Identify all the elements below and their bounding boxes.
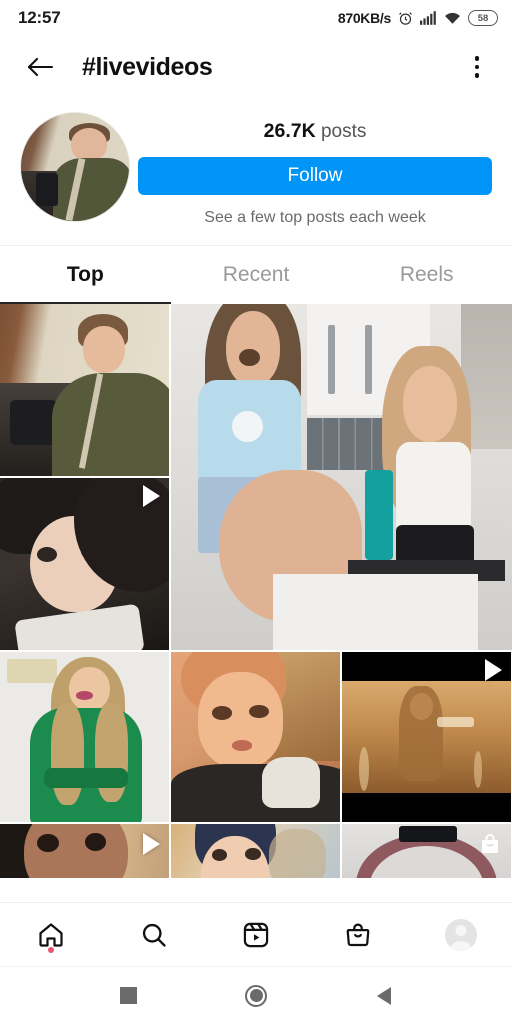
status-bar: 12:57 870KB/s 58 — [0, 0, 512, 36]
wifi-icon — [445, 12, 460, 24]
cellular-signal-icon — [420, 11, 436, 25]
overflow-menu-icon — [474, 56, 480, 61]
alarm-clock-icon — [399, 11, 412, 25]
home-notification-dot — [48, 947, 55, 953]
tab-top[interactable]: Top — [0, 246, 171, 304]
android-recents-button[interactable] — [64, 987, 192, 1004]
post-count-label: posts — [320, 121, 367, 142]
battery-level-label: 58 — [477, 12, 489, 24]
post-grid — [0, 304, 512, 902]
grid-row — [0, 824, 512, 878]
grid-tile-4[interactable] — [0, 652, 169, 822]
tab-recent[interactable]: Recent — [171, 246, 342, 304]
grid-tile-5[interactable] — [171, 652, 340, 822]
tab-reels[interactable]: Reels — [341, 246, 512, 304]
video-play-badge — [143, 485, 160, 507]
network-speed-label: 870KB/s — [337, 10, 391, 26]
nav-reels[interactable] — [205, 903, 307, 966]
grid-tile-6[interactable] — [342, 652, 511, 822]
android-back-button[interactable] — [320, 986, 448, 1005]
reels-icon — [243, 922, 269, 947]
nav-home[interactable] — [0, 903, 102, 966]
search-icon — [142, 923, 166, 947]
android-navigation-bar — [0, 966, 512, 1024]
square-icon — [119, 987, 137, 1004]
back-button[interactable] — [20, 47, 60, 87]
nav-profile[interactable] — [410, 903, 512, 966]
grid-tile-1[interactable] — [0, 304, 169, 476]
circle-icon — [245, 984, 267, 1007]
grid-tile-7[interactable] — [0, 824, 169, 878]
app-screen: 12:57 870KB/s 58 #livevideos 26.7K posts… — [0, 0, 512, 1024]
grid-row — [0, 652, 512, 822]
content-tabs: Top Recent Reels — [0, 246, 512, 304]
post-count-value: 26.7K — [263, 120, 316, 142]
back-arrow-icon — [27, 57, 54, 77]
battery-indicator: 58 — [468, 10, 498, 26]
video-play-badge — [143, 833, 160, 855]
overflow-menu-button[interactable] — [460, 47, 494, 87]
shopping-bag-icon — [347, 923, 370, 946]
nav-shop[interactable] — [307, 903, 409, 966]
android-home-button[interactable] — [192, 984, 320, 1007]
home-icon — [39, 922, 63, 947]
grid-tile-8[interactable] — [171, 824, 340, 878]
avatar[interactable] — [20, 112, 130, 222]
grid-tile-9[interactable] — [342, 824, 511, 878]
status-icons: 870KB/s 58 — [338, 10, 498, 26]
page-title: #livevideos — [82, 52, 213, 81]
grid-tile-3[interactable] — [171, 304, 512, 650]
triangle-back-icon — [377, 986, 391, 1005]
hashtag-profile-section: 26.7K posts Follow See a few top posts e… — [0, 98, 512, 246]
grid-tile-2[interactable] — [0, 478, 169, 650]
profile-subtitle: See a few top posts each week — [204, 209, 426, 226]
post-count-line: 26.7K posts — [264, 120, 367, 143]
follow-button[interactable]: Follow — [138, 157, 492, 195]
app-header: #livevideos — [0, 36, 512, 98]
bottom-navigation — [0, 902, 512, 966]
shopping-bag-badge-icon — [482, 834, 498, 853]
profile-avatar-icon — [444, 918, 477, 951]
video-play-badge — [485, 659, 502, 681]
status-time: 12:57 — [18, 8, 61, 27]
grid-row — [0, 304, 512, 650]
nav-search[interactable] — [102, 903, 204, 966]
profile-details: 26.7K posts Follow See a few top posts e… — [138, 112, 492, 227]
